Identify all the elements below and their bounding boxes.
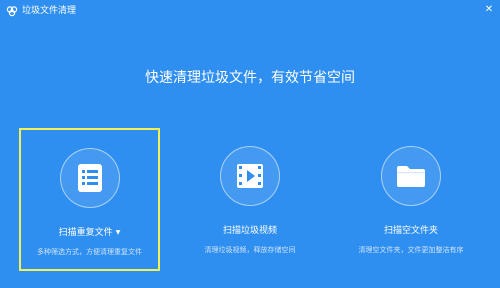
window-title: 垃圾文件清理 [22,6,77,16]
card-title-label[interactable]: 扫描重复文件 [59,228,113,238]
chevron-down-icon[interactable]: ▼ [116,229,121,236]
page-headline: 快速清理垃圾文件，有效节省空间 [145,70,355,86]
scan-empty-folders-card[interactable]: 扫描空文件夹 清理空文件夹，文件更加整洁有序 [341,128,481,271]
scan-empty-folders-title[interactable]: 扫描空文件夹 [341,225,481,237]
document-list-icon-circle[interactable] [59,148,120,208]
video-icon-circle[interactable] [220,146,280,206]
cloud-icon [6,6,18,17]
scan-duplicate-files-title[interactable]: 扫描重复文件 ▼ [21,227,158,239]
scan-duplicate-files-description: 多种筛选方式，方便清理重复文件 [37,248,142,256]
scan-duplicate-files-card[interactable]: 扫描重复文件 ▼ 多种筛选方式，方便清理重复文件 [19,128,160,271]
folder-icon-circle[interactable] [381,146,441,206]
title-bar: 垃圾文件清理 ✕ [0,0,500,22]
scan-junk-videos-description: 清理垃圾视频，释放存储空间 [204,246,296,254]
scan-junk-videos-title[interactable]: 扫描垃圾视频 [180,225,320,237]
scan-junk-videos-card[interactable]: 扫描垃圾视频 清理垃圾视频，释放存储空间 [180,128,320,271]
document-list-icon [77,164,102,192]
folder-icon [397,166,425,187]
video-icon [237,164,263,188]
close-icon[interactable]: ✕ [485,4,493,15]
scan-empty-folders-description: 清理空文件夹，文件更加整洁有序 [358,246,464,254]
close-button[interactable]: ✕ [480,0,498,18]
